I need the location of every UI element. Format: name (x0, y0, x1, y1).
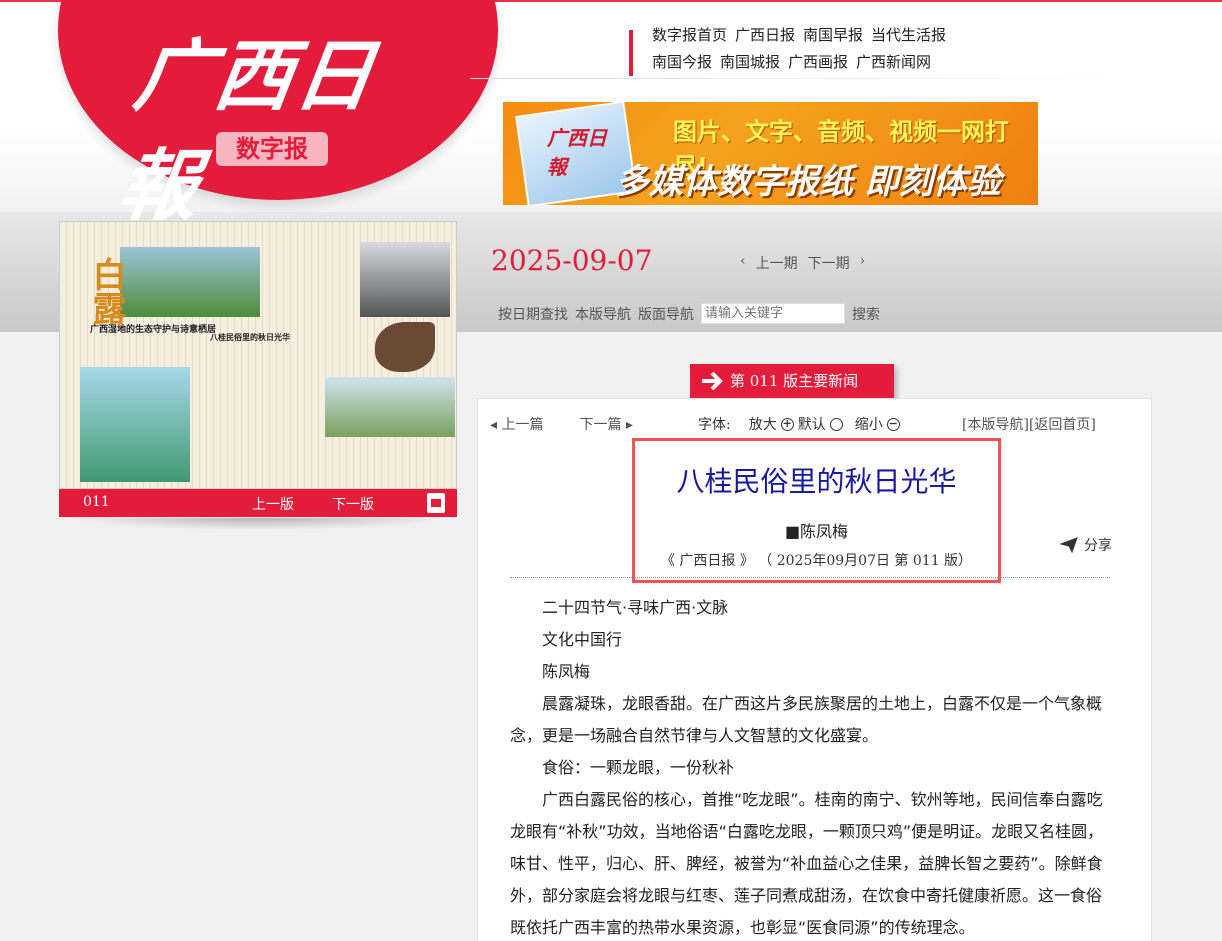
page-number: 011 (83, 494, 110, 510)
top-nav: 数字报首页 广西日报 南国早报 当代生活报 南国今报 南国城报 广西画报 广西新… (652, 24, 1152, 78)
layout-nav-link[interactable]: 版面导航 (638, 304, 694, 324)
page-nav-link[interactable]: [本版导航] (962, 414, 1029, 434)
logo-title[interactable]: 广西日報 (113, 22, 442, 232)
nav-row-2: 南国今报 南国城报 广西画报 广西新闻网 (652, 51, 1152, 78)
article-nav: ◂ 上一篇 下一篇 ▸ (490, 414, 633, 434)
thumbnail-photo-river (325, 377, 455, 437)
next-article[interactable]: 下一篇 ▸ (579, 414, 632, 434)
multimedia-banner[interactable]: 广西日報 图片、文字、音频、视频一网打尽! 多媒体数字报纸 即刻体验 (503, 102, 1038, 205)
font-enlarge-label[interactable]: 放大 (749, 414, 777, 434)
plus-circle-icon[interactable]: + (780, 417, 794, 431)
chevron-right-icon[interactable]: › (860, 253, 866, 273)
thumbnail-headline: 广西湿地的生态守护与诗意栖居 (90, 325, 217, 335)
prev-article[interactable]: ◂ 上一篇 (490, 414, 543, 434)
next-issue-link[interactable]: 下一期 (808, 253, 850, 273)
thumbnail-photo-dolphin (80, 367, 190, 482)
thumbnail-photo-birds (360, 242, 450, 317)
arrow-right-icon (702, 371, 723, 391)
nav-accent-bar (629, 30, 633, 76)
search-button[interactable]: 搜索 (852, 304, 880, 324)
pdf-download-icon[interactable] (427, 493, 445, 513)
edition-tab: 第 011 版主要新闻 (690, 364, 894, 398)
nav-link-gxrb[interactable]: 广西日报 (735, 24, 795, 51)
banner-mark: 广西日報 (547, 126, 607, 179)
article-paragraph: 文化中国行 (542, 630, 623, 649)
header-divider (470, 78, 1150, 79)
font-label: 字体: (698, 417, 731, 433)
article-author: ■陈凤梅 (784, 522, 849, 541)
chevron-left-icon[interactable]: ‹ (740, 253, 746, 273)
thumbnail-bar: 011 上一版 下一版 (59, 489, 457, 517)
share-button[interactable]: 分享 (1060, 535, 1112, 555)
page-thumbnail[interactable]: 白露 广西湿地的生态守护与诗意栖居 八桂民俗里的秋日光华 (59, 221, 457, 489)
prev-issue-link[interactable]: 上一期 (756, 253, 798, 273)
next-page-link[interactable]: 下一版 (332, 494, 374, 514)
article-divider (510, 577, 1110, 578)
nav-link-ngcb[interactable]: 南国城报 (720, 51, 780, 78)
article-body: 二十四节气·寻味广西·文脉 文化中国行 陈凤梅 晨露凝珠，龙眼香甜。在广西这片多… (510, 592, 1105, 941)
nav-row-1: 数字报首页 广西日报 南国早报 当代生活报 (652, 24, 1152, 51)
thumbnail-shadow (70, 518, 446, 530)
nav-link-home[interactable]: 数字报首页 (652, 24, 727, 51)
font-default-label[interactable]: 默认 (798, 414, 826, 434)
nav-link-ddshb[interactable]: 当代生活报 (871, 24, 946, 51)
paper-plane-icon[interactable] (1060, 537, 1078, 553)
minus-circle-icon[interactable]: − (886, 417, 900, 431)
search-by-date-link[interactable]: 按日期查找 (498, 304, 568, 324)
prev-page-link[interactable]: 上一版 (252, 494, 294, 514)
search-toolbar: 按日期查找 本版导航 版面导航 搜索 (498, 303, 880, 324)
article-paragraph: 晨露凝珠，龙眼香甜。在广西这片多民族聚居的土地上，白露不仅是一个气象概念，更是一… (510, 694, 1103, 745)
nav-link-ngzb[interactable]: 南国早报 (803, 24, 863, 51)
article-paragraph: 食俗：一颗龙眼，一份秋补 (542, 758, 735, 777)
prev-article-label[interactable]: 上一篇 (501, 417, 543, 433)
right-links: [本版导航] [返回首页] (962, 414, 1096, 434)
article-paragraph: 广西白露民俗的核心，首推“吃龙眼”。桂南的南宁、钦州等地，民间信奉白露吃龙眼有“… (510, 790, 1104, 937)
edition-tab-label: 第 011 版主要新闻 (730, 372, 859, 390)
thumbnail-subheadline: 八桂民俗里的秋日光华 (210, 332, 290, 342)
banner-line-2: 多媒体数字报纸 即刻体验 (615, 162, 1001, 202)
period-nav: ‹ 上一期 下一期 › (740, 253, 865, 273)
circle-icon[interactable] (829, 417, 843, 431)
nav-link-gxhb[interactable]: 广西画报 (788, 51, 848, 78)
article-source: 《 广西日报 》 （ 2025年09月07日 第 011 版） (660, 553, 973, 569)
share-label[interactable]: 分享 (1084, 535, 1112, 555)
thumbnail-seasonal-char: 白露 (86, 257, 126, 325)
thumbnail-photo-wetland (120, 247, 260, 317)
article-paragraph: 陈凤梅 (542, 662, 591, 681)
this-page-nav-link[interactable]: 本版导航 (575, 304, 631, 324)
nav-link-ngjb[interactable]: 南国今报 (652, 51, 712, 78)
article-title: 八桂民俗里的秋日光华 (676, 465, 957, 498)
return-home-link[interactable]: [返回首页] (1029, 414, 1096, 434)
thumbnail-heron-image (375, 322, 435, 372)
issue-date: 2025-09-07 (491, 244, 653, 277)
nav-link-gxxww[interactable]: 广西新闻网 (856, 51, 931, 78)
article-paragraph: 二十四节气·寻味广西·文脉 (542, 598, 729, 617)
next-article-label[interactable]: 下一篇 (579, 417, 621, 433)
logo-badge: 数字报 (216, 132, 328, 166)
search-input[interactable] (701, 303, 845, 324)
font-controls: 字体: 放大 + 默认 缩小 − (698, 414, 900, 434)
font-shrink-label[interactable]: 缩小 (855, 414, 883, 434)
